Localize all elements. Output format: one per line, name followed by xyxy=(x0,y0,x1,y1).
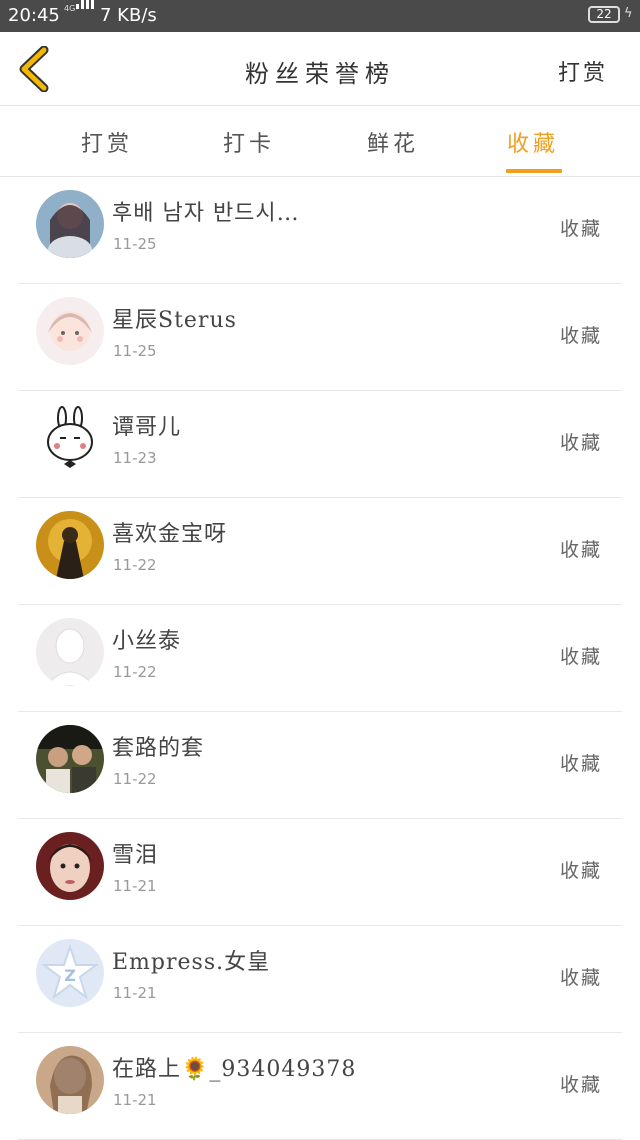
tab-label: 鲜花 xyxy=(366,132,419,157)
date-label: 11-22 xyxy=(113,770,157,788)
user-name: 谭哥儿 xyxy=(112,415,182,440)
user-name: 套路的套 xyxy=(112,736,205,761)
list-item[interactable]: 小丝泰 11-22 收藏 xyxy=(18,605,622,712)
tab-label: 打卡 xyxy=(222,132,275,157)
list-item[interactable]: 套路的套 11-22 收藏 xyxy=(18,712,622,819)
action-label: 收藏 xyxy=(559,432,602,454)
network-type: 4G xyxy=(64,4,76,13)
battery-icon: 22 xyxy=(588,6,620,23)
tab-label: 收藏 xyxy=(506,132,559,157)
avatar xyxy=(36,725,104,793)
action-label: 收藏 xyxy=(559,860,602,882)
date-label: 11-25 xyxy=(113,235,157,253)
reward-button[interactable]: 打赏 xyxy=(558,55,608,87)
action-label: 收藏 xyxy=(559,753,602,775)
action-label: 收藏 xyxy=(559,539,602,561)
user-name: Empress.女皇 xyxy=(112,950,271,975)
list-item[interactable]: 喜欢金宝呀 11-22 收藏 xyxy=(18,498,622,605)
user-name: 在路上🌻_934049378 xyxy=(112,1057,357,1082)
avatar xyxy=(36,618,104,686)
status-time: 20:45 xyxy=(8,5,60,26)
avatar xyxy=(36,832,104,900)
action-label: 收藏 xyxy=(559,218,602,240)
tab-label: 打赏 xyxy=(80,132,133,157)
network-speed: 7 KB/s xyxy=(100,5,157,26)
date-label: 11-21 xyxy=(113,1091,157,1109)
list-item[interactable]: 雪泪 11-21 收藏 xyxy=(18,819,622,926)
charging-icon: ϟ xyxy=(624,6,633,21)
avatar xyxy=(36,297,104,365)
action-label: 收藏 xyxy=(559,646,602,668)
date-label: 11-23 xyxy=(113,449,157,467)
avatar xyxy=(36,190,104,258)
date-label: 11-21 xyxy=(113,984,157,1002)
active-tab-indicator xyxy=(506,169,562,173)
action-label: 收藏 xyxy=(559,325,602,347)
user-name: 星辰Sterus xyxy=(112,308,237,333)
tab-reward[interactable]: 打赏 xyxy=(52,126,162,177)
avatar xyxy=(36,404,104,472)
nav-bar: 粉丝荣誉榜 打赏 xyxy=(0,32,640,106)
list-item[interactable]: 在路上🌻_934049378 11-21 收藏 xyxy=(18,1033,622,1140)
list-item[interactable]: Z Empress.女皇 11-21 收藏 xyxy=(18,926,622,1033)
date-label: 11-22 xyxy=(113,556,157,574)
page-title: 粉丝荣誉榜 xyxy=(245,60,395,88)
action-label: 收藏 xyxy=(559,967,602,989)
svg-text:Z: Z xyxy=(64,966,76,985)
user-name: 雪泪 xyxy=(112,843,159,868)
user-name: 喜欢金宝呀 xyxy=(112,522,228,547)
list-item[interactable]: 谭哥儿 11-23 收藏 xyxy=(18,391,622,498)
tab-favorites[interactable]: 收藏 xyxy=(478,126,588,177)
list-item[interactable]: 후배 남자 반드시… 11-25 收藏 xyxy=(18,177,622,284)
user-name: 小丝泰 xyxy=(112,629,182,654)
fan-list: 후배 남자 반드시… 11-25 收藏 星辰Sterus 11-25 收藏 谭哥… xyxy=(0,177,640,1140)
status-bar: 20:45 4G 7 KB/s 22 ϟ xyxy=(0,0,640,32)
action-label: 收藏 xyxy=(559,1074,602,1096)
avatar xyxy=(36,511,104,579)
tab-checkin[interactable]: 打卡 xyxy=(194,126,304,177)
date-label: 11-25 xyxy=(113,342,157,360)
date-label: 11-22 xyxy=(113,663,157,681)
avatar xyxy=(36,1046,104,1114)
tab-bar: 打赏 打卡 鲜花 收藏 xyxy=(0,106,640,177)
tab-flowers[interactable]: 鲜花 xyxy=(338,126,448,177)
date-label: 11-21 xyxy=(113,877,157,895)
avatar: Z xyxy=(36,939,104,1007)
user-name: 후배 남자 반드시… xyxy=(112,201,300,226)
list-item[interactable]: 星辰Sterus 11-25 收藏 xyxy=(18,284,622,391)
